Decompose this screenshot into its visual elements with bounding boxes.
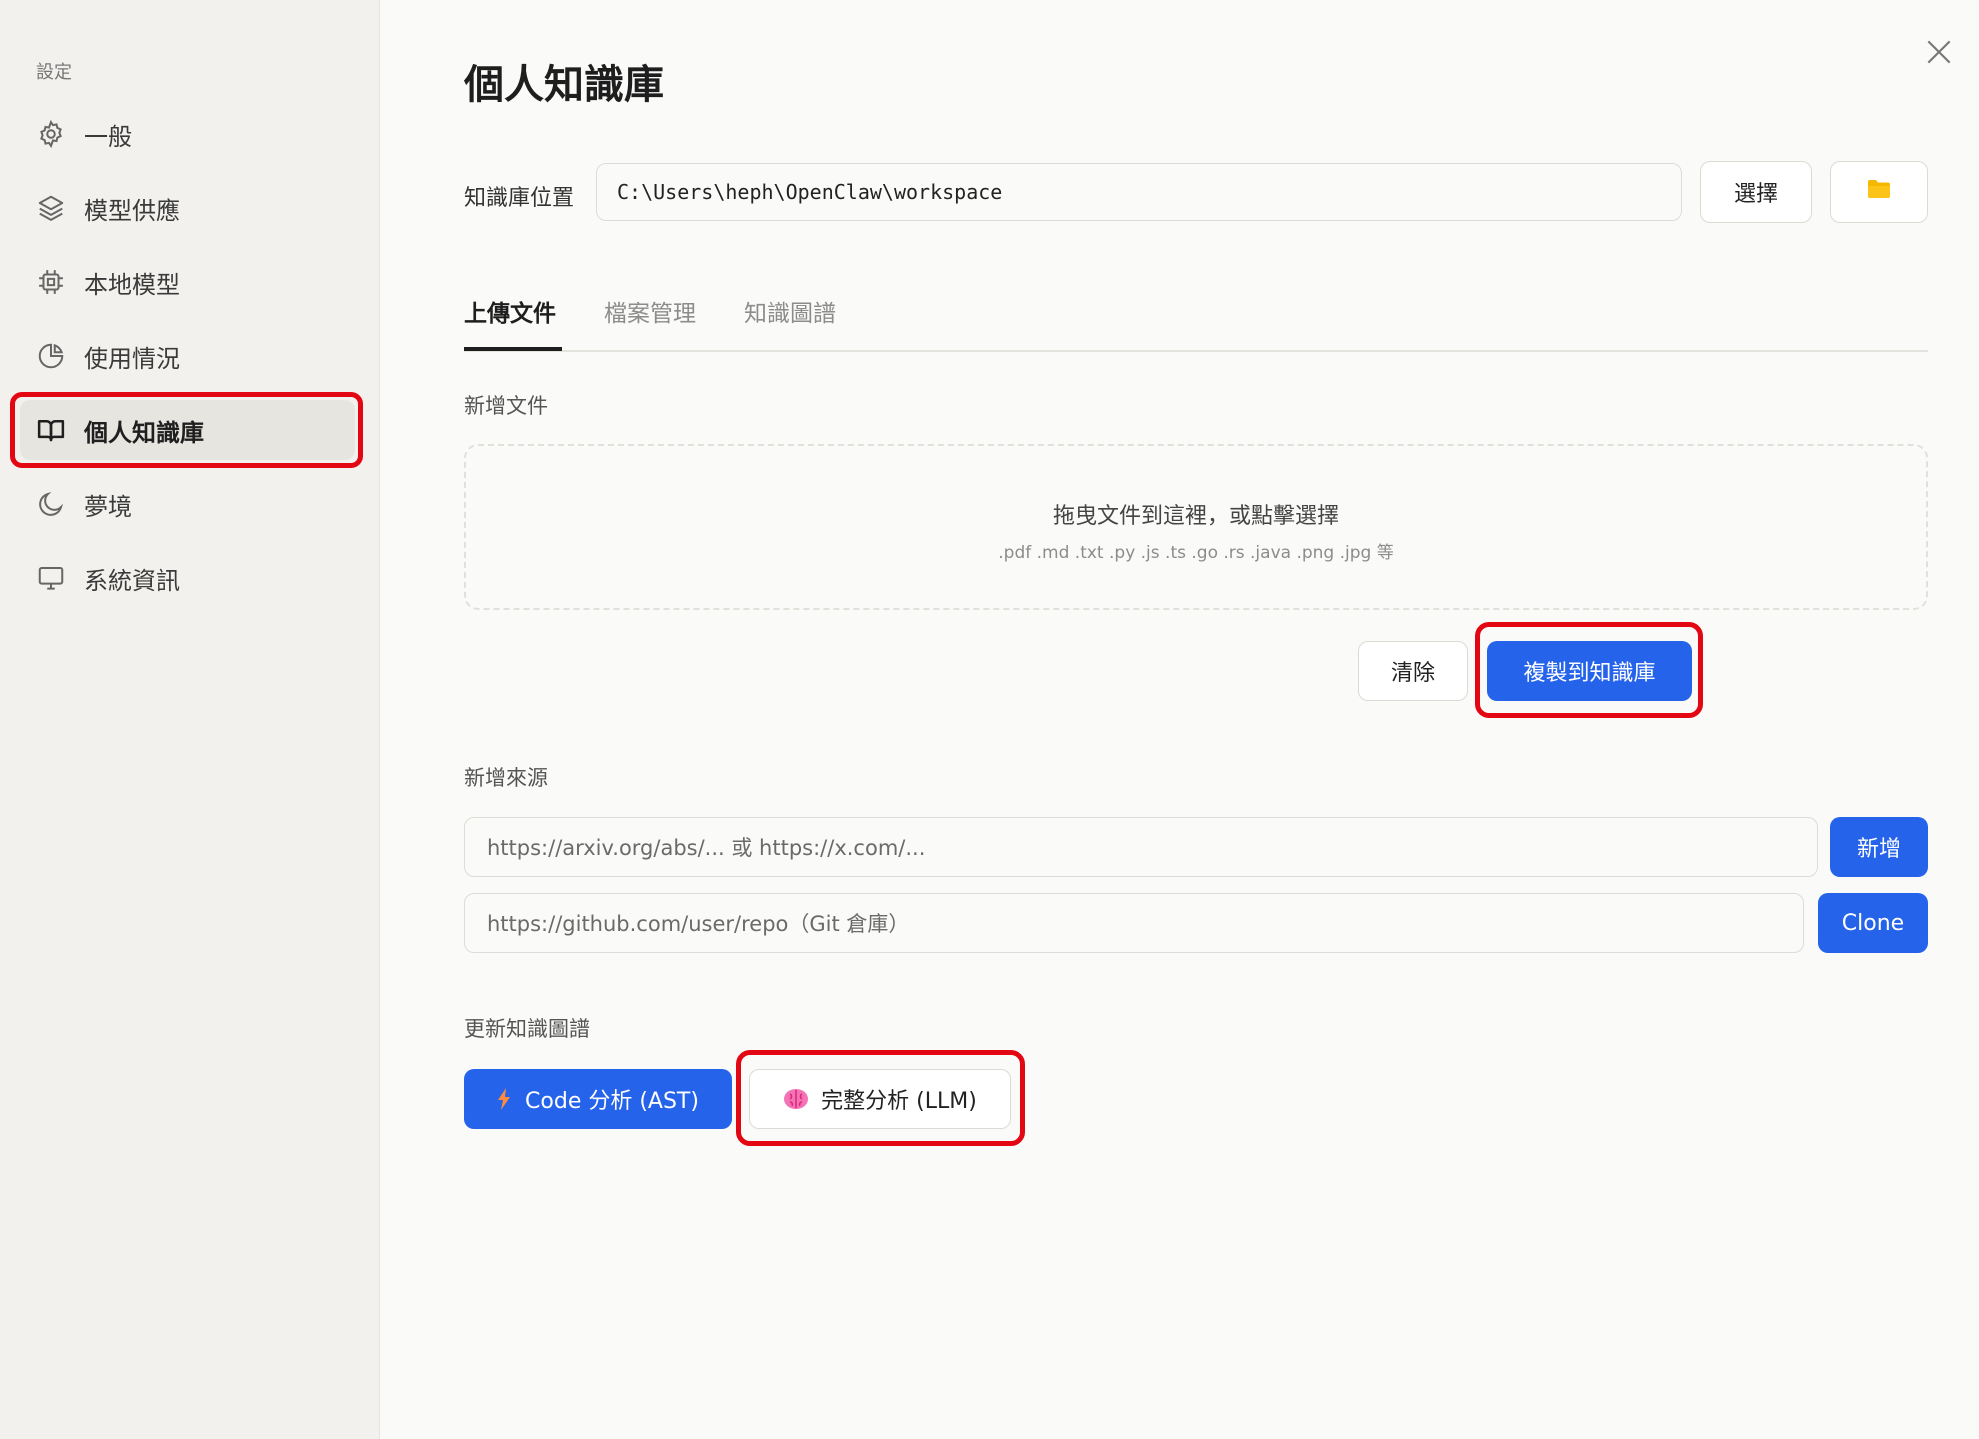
choose-button[interactable]: 選擇 [1700,161,1812,223]
folder-icon [1867,178,1891,206]
sidebar-item-usage[interactable]: 使用情況 [20,326,355,386]
sidebar: 設定 一般 模型供應 本地模型 使用情況 個人知識庫 夢境 系統資訊 [0,0,380,1439]
book-icon [34,413,68,447]
chip-icon [34,265,68,299]
file-dropzone[interactable]: 拖曳文件到這裡，或點擊選擇 .pdf .md .txt .py .js .ts … [464,444,1928,610]
close-icon [1923,36,1955,72]
tab-upload[interactable]: 上傳文件 [464,294,556,328]
full-analysis-label: 完整分析 (LLM) [821,1089,977,1114]
main-panel: 個人知識庫 知識庫位置 C:\Users\heph\OpenClaw\works… [380,0,1979,1439]
add-source-label: 新增來源 [464,766,548,790]
git-repo-input[interactable]: https://github.com/user/repo（Git 倉庫） [464,893,1804,953]
gear-icon [34,117,68,151]
sidebar-item-label: 個人知識庫 [84,418,204,447]
url-input[interactable]: https://arxiv.org/abs/... 或 https://x.co… [464,817,1818,877]
clone-button[interactable]: Clone [1818,893,1928,953]
sidebar-item-label: 夢境 [84,492,132,521]
lightning-icon [497,1088,511,1110]
layers-icon [34,191,68,225]
add-source-button[interactable]: 新增 [1830,817,1928,877]
dropzone-title: 拖曳文件到這裡，或點擊選擇 [1052,504,1339,529]
pie-chart-icon [34,339,68,373]
dropzone-file-types: .pdf .md .txt .py .js .ts .go .rs .java … [998,543,1394,563]
open-folder-button[interactable] [1830,161,1928,223]
sidebar-item-model-providers[interactable]: 模型供應 [20,178,355,238]
brain-icon [783,1088,809,1110]
settings-window: 設定 一般 模型供應 本地模型 使用情況 個人知識庫 夢境 系統資訊 個人知識庫… [0,0,1979,1439]
tab-knowledge-graph[interactable]: 知識圖譜 [744,294,836,328]
sidebar-heading: 設定 [36,62,72,83]
sidebar-item-label: 本地模型 [84,270,180,299]
sidebar-item-system-info[interactable]: 系統資訊 [20,548,355,608]
code-analysis-label: Code 分析 (AST) [525,1089,699,1114]
location-field[interactable]: C:\Users\heph\OpenClaw\workspace [596,163,1682,221]
update-graph-label: 更新知識圖譜 [464,1017,590,1041]
code-analysis-button[interactable]: Code 分析 (AST) [464,1069,732,1129]
copy-to-knowledge-base-button[interactable]: 複製到知識庫 [1487,641,1692,701]
sidebar-item-label: 一般 [84,122,132,151]
sidebar-item-label: 使用情況 [84,344,180,373]
location-label: 知識庫位置 [464,186,575,211]
full-analysis-button[interactable]: 完整分析 (LLM) [749,1069,1011,1129]
sidebar-item-label: 模型供應 [84,196,180,225]
close-button[interactable] [1917,32,1961,76]
tab-bar: 上傳文件 檔案管理 知識圖譜 [464,290,1928,352]
sidebar-item-general[interactable]: 一般 [20,104,355,164]
page-title: 個人知識庫 [464,62,664,108]
add-documents-label: 新增文件 [464,394,548,418]
sidebar-item-knowledge-base[interactable]: 個人知識庫 [20,400,355,460]
sidebar-item-dreams[interactable]: 夢境 [20,474,355,534]
moon-icon [34,487,68,521]
clear-button[interactable]: 清除 [1358,641,1468,701]
sidebar-item-local-models[interactable]: 本地模型 [20,252,355,312]
tab-file-management[interactable]: 檔案管理 [604,294,696,328]
active-tab-indicator [464,347,562,351]
sidebar-item-label: 系統資訊 [84,566,180,595]
monitor-icon [34,561,68,595]
